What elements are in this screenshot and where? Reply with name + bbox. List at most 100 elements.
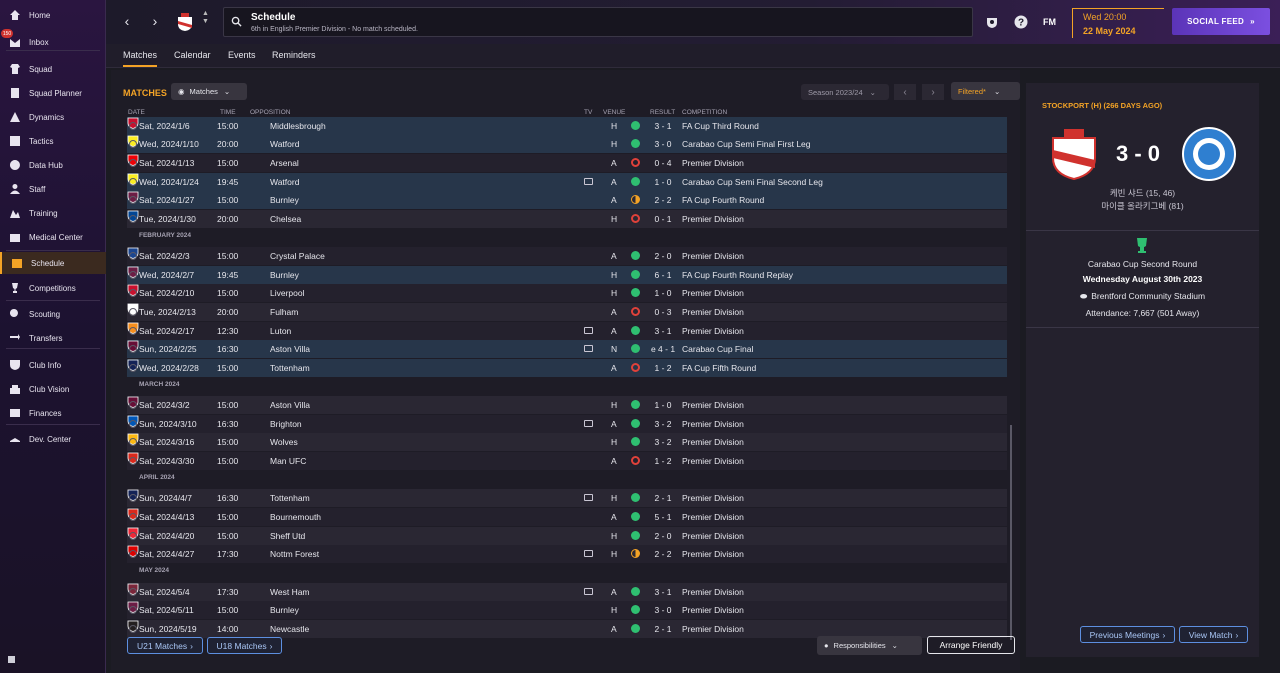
- row-select-icon[interactable]: [129, 308, 137, 316]
- table-row[interactable]: Sun, 2024/2/25 16:30 Aston Villa Ne 4 - 1 Ca…: [127, 340, 1007, 358]
- opponent-name[interactable]: Aston Villa: [270, 344, 310, 354]
- sidebar-item-transfers[interactable]: Transfers: [0, 327, 106, 349]
- sidebar-item-club-info[interactable]: Club Info: [0, 354, 106, 376]
- opponent-name[interactable]: Bournemouth: [270, 512, 321, 522]
- row-select-icon[interactable]: [129, 457, 137, 465]
- table-row[interactable]: Tue, 2024/1/30 20:00 Chelsea H 0 - 1 Premier …: [127, 210, 1007, 228]
- match-result[interactable]: 6 - 1: [654, 270, 671, 280]
- row-select-icon[interactable]: [129, 364, 137, 372]
- opponent-name[interactable]: Sheff Utd: [270, 531, 305, 541]
- tab-calendar[interactable]: Calendar: [174, 47, 211, 67]
- row-select-icon[interactable]: [129, 252, 137, 260]
- tab-reminders[interactable]: Reminders: [272, 47, 316, 67]
- opponent-name[interactable]: Chelsea: [270, 214, 301, 224]
- row-select-icon[interactable]: [129, 345, 137, 353]
- table-row[interactable]: Sat, 2024/4/20 15:00 Sheff Utd H 2 - 0 Premie…: [127, 527, 1007, 545]
- match-result[interactable]: 2 - 1: [654, 624, 671, 634]
- table-row[interactable]: Sun, 2024/3/10 16:30 Brighton A 3 - 2 Premier…: [127, 415, 1007, 433]
- away-crest-icon[interactable]: [1182, 127, 1236, 181]
- row-select-icon[interactable]: [129, 513, 137, 521]
- row-select-icon[interactable]: [129, 532, 137, 540]
- u18-matches-button[interactable]: U18 Matches ›: [207, 637, 282, 654]
- opponent-name[interactable]: Arsenal: [270, 158, 299, 168]
- table-row[interactable]: Tue, 2024/2/13 20:00 Fulham A 0 - 3 Premier D…: [127, 303, 1007, 321]
- row-select-icon[interactable]: [129, 625, 137, 633]
- match-result[interactable]: 3 - 0: [654, 605, 671, 615]
- competition[interactable]: Premier Division: [682, 419, 744, 429]
- match-result[interactable]: 3 - 2: [654, 419, 671, 429]
- row-select-icon[interactable]: [129, 588, 137, 596]
- table-row[interactable]: Sat, 2024/4/27 17:30 Nottm Forest H 2 - 2 Pre…: [127, 545, 1007, 563]
- matches-dropdown[interactable]: ◉ Matches ⌄: [171, 83, 247, 100]
- sidebar-item-squad-planner[interactable]: Squad Planner: [0, 82, 106, 104]
- filter-dropdown[interactable]: Filtered* ⌄: [951, 82, 1020, 100]
- competition[interactable]: Premier Division: [682, 307, 744, 317]
- competition[interactable]: FA Cup Fifth Round: [682, 363, 756, 373]
- sidebar-item-finances[interactable]: Finances: [0, 402, 106, 424]
- back-arrow-icon[interactable]: ‹: [120, 14, 134, 28]
- competition[interactable]: Premier Division: [682, 214, 744, 224]
- match-result[interactable]: 1 - 0: [654, 177, 671, 187]
- sidebar-item-club-vision[interactable]: Club Vision: [0, 378, 106, 400]
- opponent-name[interactable]: Watford: [270, 177, 299, 187]
- table-row[interactable]: Sat, 2024/3/30 15:00 Man UFC A 1 - 2 Premier …: [127, 452, 1007, 470]
- opponent-name[interactable]: Brighton: [270, 419, 302, 429]
- match-result[interactable]: 2 - 1: [654, 493, 671, 503]
- competition[interactable]: Premier Division: [682, 251, 744, 261]
- competition[interactable]: Premier Division: [682, 531, 744, 541]
- row-select-icon[interactable]: [129, 438, 137, 446]
- opponent-name[interactable]: Burnley: [270, 270, 299, 280]
- opponent-name[interactable]: West Ham: [270, 587, 310, 597]
- match-result[interactable]: 2 - 0: [654, 251, 671, 261]
- next-season-icon[interactable]: ›: [922, 84, 944, 100]
- row-select-icon[interactable]: [129, 327, 137, 335]
- competition[interactable]: Premier Division: [682, 288, 744, 298]
- row-select-icon[interactable]: [129, 215, 137, 223]
- sidebar-item-medical-center[interactable]: Medical Center: [0, 226, 106, 248]
- sidebar-item-squad[interactable]: Squad: [0, 58, 106, 80]
- competition[interactable]: Premier Division: [682, 456, 744, 466]
- opponent-name[interactable]: Newcastle: [270, 624, 309, 634]
- opponent-name[interactable]: Tottenham: [270, 363, 310, 373]
- match-result[interactable]: 3 - 2: [654, 437, 671, 447]
- tab-matches[interactable]: Matches: [123, 47, 158, 67]
- match-result[interactable]: 3 - 1: [654, 326, 671, 336]
- competition[interactable]: Carabao Cup Semi Final First Leg: [682, 139, 811, 149]
- opponent-name[interactable]: Middlesbrough: [270, 121, 326, 131]
- col-result[interactable]: RESULT: [650, 109, 675, 116]
- sidebar-item-home[interactable]: Home: [0, 4, 106, 26]
- competition[interactable]: Premier Division: [682, 605, 744, 615]
- match-result[interactable]: 2 - 2: [654, 549, 671, 559]
- match-result[interactable]: 2 - 2: [654, 195, 671, 205]
- season-select[interactable]: Season 2023/24 ⌄: [801, 84, 889, 100]
- match-result[interactable]: 1 - 2: [654, 456, 671, 466]
- opponent-name[interactable]: Crystal Palace: [270, 251, 325, 261]
- opponent-name[interactable]: Aston Villa: [270, 400, 310, 410]
- view-match-button[interactable]: View Match ›: [1179, 626, 1248, 643]
- competition[interactable]: Carabao Cup Semi Final Second Leg: [682, 177, 823, 187]
- table-row[interactable]: Wed, 2024/1/10 20:00 Watford H 3 - 0 Carabao …: [127, 135, 1007, 153]
- sidebar-item-data-hub[interactable]: Data Hub: [0, 154, 106, 176]
- table-row[interactable]: Sat, 2024/5/11 15:00 Burnley H 3 - 0 Premier …: [127, 601, 1007, 619]
- opponent-name[interactable]: Tottenham: [270, 493, 310, 503]
- match-result[interactable]: 1 - 0: [654, 400, 671, 410]
- competition[interactable]: Premier Division: [682, 587, 744, 597]
- competition[interactable]: Premier Division: [682, 549, 744, 559]
- prev-season-icon[interactable]: ‹: [894, 84, 916, 100]
- collapse-sidebar-icon[interactable]: [8, 656, 15, 663]
- table-row[interactable]: Sun, 2024/4/7 16:30 Tottenham H 2 - 1 Premier…: [127, 489, 1007, 507]
- match-result[interactable]: 0 - 4: [654, 158, 671, 168]
- row-select-icon[interactable]: [129, 401, 137, 409]
- competition[interactable]: Premier Division: [682, 158, 744, 168]
- opponent-name[interactable]: Burnley: [270, 605, 299, 615]
- row-select-icon[interactable]: [129, 271, 137, 279]
- row-select-icon[interactable]: [129, 494, 137, 502]
- sidebar-item-scouting[interactable]: Scouting: [0, 303, 106, 325]
- sidebar-item-dynamics[interactable]: Dynamics: [0, 106, 106, 128]
- opponent-name[interactable]: Fulham: [270, 307, 298, 317]
- scrollbar[interactable]: [1010, 425, 1012, 640]
- competition[interactable]: Premier Division: [682, 326, 744, 336]
- competition[interactable]: Premier Division: [682, 624, 744, 634]
- match-result[interactable]: 1 - 2: [654, 363, 671, 373]
- competition[interactable]: Premier Division: [682, 400, 744, 410]
